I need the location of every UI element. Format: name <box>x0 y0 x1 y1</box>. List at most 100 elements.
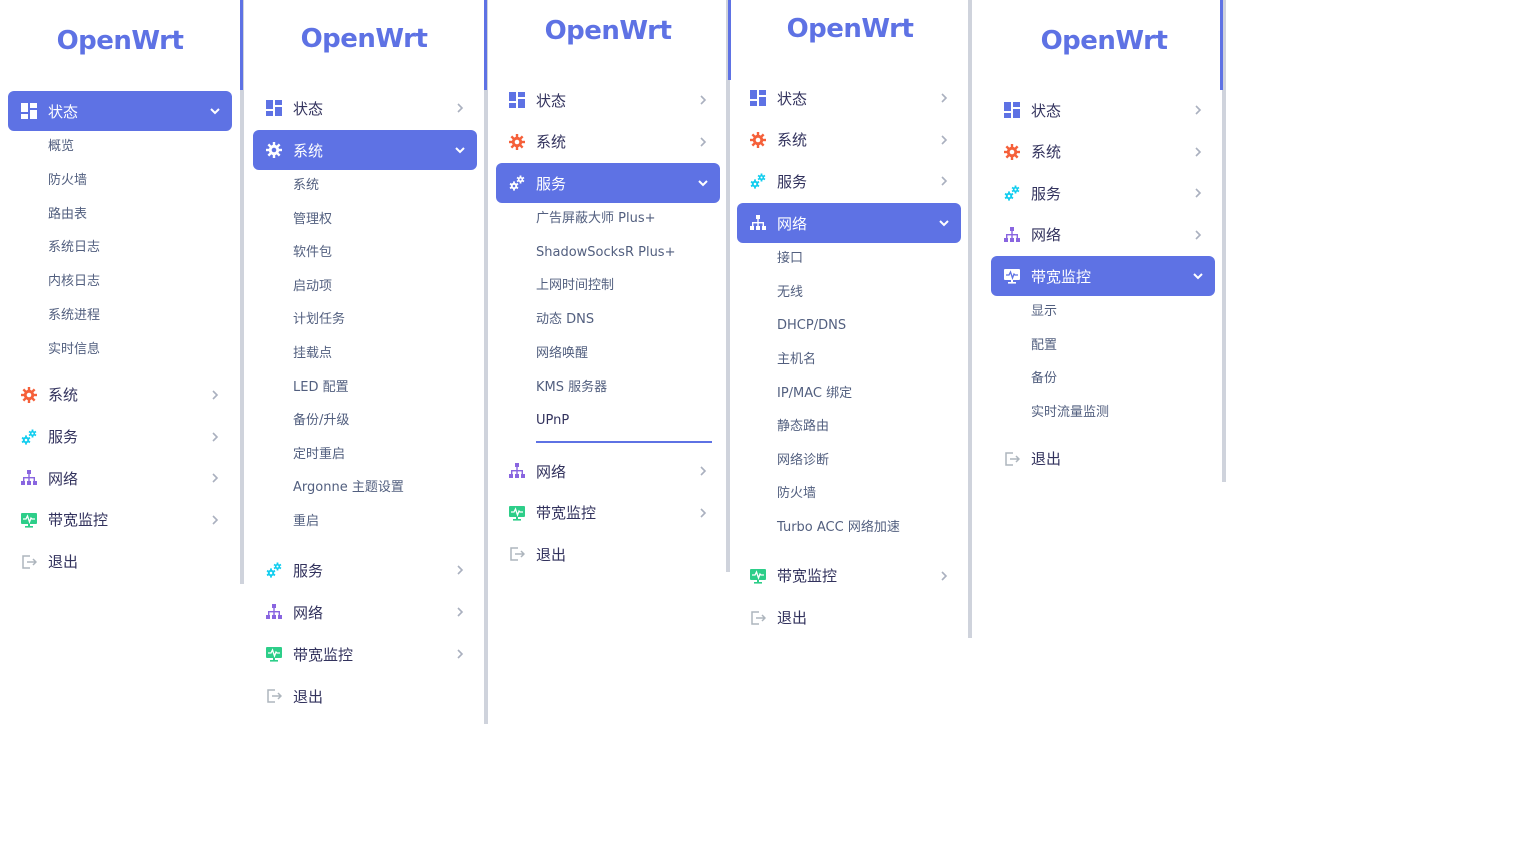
submenu-item[interactable]: 动态 DNS <box>536 310 594 330</box>
submenu-item[interactable]: 防火墙 <box>777 484 816 504</box>
menu-item-system[interactable]: 系统 <box>991 132 1215 172</box>
submenu-item[interactable]: 概览 <box>48 137 74 157</box>
submenu-item[interactable]: 路由表 <box>48 205 87 225</box>
brand-logo[interactable]: OpenWrt <box>488 16 728 46</box>
chevron-right-icon <box>1191 103 1205 117</box>
submenu-item[interactable]: 备份 <box>1031 369 1057 389</box>
menu-item-bandwidth[interactable]: 带宽监控 <box>737 556 961 596</box>
monitor-icon <box>508 504 526 522</box>
dashboard-icon <box>1003 101 1021 119</box>
submenu-item[interactable]: 接口 <box>777 249 803 269</box>
submenu-item[interactable]: Argonne 主题设置 <box>293 478 404 498</box>
menu-item-network[interactable]: 网络 <box>496 451 720 491</box>
sitemap-icon <box>1003 226 1021 244</box>
menu-item-label: 带宽监控 <box>48 511 109 530</box>
menu-item-bandwidth[interactable]: 带宽监控 <box>991 256 1215 297</box>
submenu-item[interactable]: 显示 <box>1031 302 1057 322</box>
menu-item-bandwidth[interactable]: 带宽监控 <box>8 500 232 540</box>
submenu-item[interactable]: 网络诊断 <box>777 451 829 471</box>
menu-item-services[interactable]: 服务 <box>253 550 477 590</box>
sidebar-accent-bar <box>240 0 243 90</box>
submenu-item[interactable]: IP/MAC 绑定 <box>777 384 852 404</box>
submenu-item[interactable]: ShadowSocksR Plus+ <box>536 243 675 263</box>
menu-item-system[interactable]: 系统 <box>253 130 477 170</box>
gears-icon <box>20 428 38 446</box>
sitemap-icon <box>265 603 283 621</box>
menu-item-network[interactable]: 网络 <box>737 203 961 244</box>
menu-item-label: 系统 <box>1031 143 1062 162</box>
submenu-item[interactable]: 实时信息 <box>48 340 100 360</box>
logout-icon <box>1003 450 1021 468</box>
chevron-right-icon <box>208 388 222 402</box>
menu-item-label: 网络 <box>293 603 324 622</box>
menu-item-system[interactable]: 系统 <box>737 120 961 160</box>
submenu-item[interactable]: 广告屏蔽大师 Plus+ <box>536 209 656 229</box>
menu-item-status[interactable]: 状态 <box>737 78 961 118</box>
submenu-item[interactable]: LED 配置 <box>293 378 349 398</box>
menu-item-label: 系统 <box>293 141 324 160</box>
menu-item-label: 状态 <box>536 91 567 110</box>
submenu-item[interactable]: 定时重启 <box>293 445 345 465</box>
menu-item-system[interactable]: 系统 <box>496 122 720 162</box>
menu-item-status[interactable]: 状态 <box>8 91 232 131</box>
brand-logo[interactable]: OpenWrt <box>984 26 1224 56</box>
submenu-item[interactable]: 系统进程 <box>48 306 100 326</box>
menu-item-services[interactable]: 服务 <box>8 417 232 457</box>
menu-item-label: 状态 <box>777 89 808 108</box>
submenu-item[interactable]: 软件包 <box>293 243 332 263</box>
chevron-down-icon <box>1191 269 1205 283</box>
menu-item-logout[interactable]: 退出 <box>991 439 1215 479</box>
submenu-item[interactable]: 系统 <box>293 176 319 196</box>
chevron-right-icon <box>696 464 710 478</box>
menu-item-label: 服务 <box>777 172 808 191</box>
submenu-item[interactable]: 静态路由 <box>777 417 829 437</box>
brand-logo[interactable]: OpenWrt <box>730 14 970 44</box>
submenu-item[interactable]: 上网时间控制 <box>536 276 614 296</box>
submenu-item[interactable]: 挂载点 <box>293 344 332 364</box>
submenu-item[interactable]: DHCP/DNS <box>777 316 846 336</box>
submenu-item[interactable]: 实时流量监测 <box>1031 403 1109 423</box>
menu-item-services[interactable]: 服务 <box>496 163 720 203</box>
submenu-item[interactable]: 防火墙 <box>48 171 87 191</box>
logout-icon <box>265 687 283 705</box>
submenu-item[interactable]: Turbo ACC 网络加速 <box>777 518 900 538</box>
gear-icon <box>20 386 38 404</box>
menu-item-logout[interactable]: 退出 <box>253 676 477 716</box>
menu-item-logout[interactable]: 退出 <box>496 534 720 574</box>
menu-item-services[interactable]: 服务 <box>991 173 1215 213</box>
submenu-item[interactable]: 重启 <box>293 512 319 532</box>
submenu-item[interactable]: 内核日志 <box>48 272 100 292</box>
submenu-item[interactable]: 网络唤醒 <box>536 344 588 364</box>
submenu-item[interactable]: 主机名 <box>777 350 816 370</box>
menu-item-label: 带宽监控 <box>536 504 597 523</box>
menu-item-label: 带宽监控 <box>1031 267 1092 286</box>
menu-item-system[interactable]: 系统 <box>8 375 232 415</box>
menu-item-network[interactable]: 网络 <box>8 458 232 498</box>
submenu-item[interactable]: 配置 <box>1031 336 1057 356</box>
menu-item-logout[interactable]: 退出 <box>737 598 961 638</box>
menu-item-network[interactable]: 网络 <box>991 215 1215 255</box>
menu-item-label: 退出 <box>777 609 808 628</box>
menu-item-services[interactable]: 服务 <box>737 161 961 201</box>
sitemap-icon <box>749 214 767 232</box>
submenu-item[interactable]: 启动项 <box>293 277 332 297</box>
menu-item-logout[interactable]: 退出 <box>8 542 232 582</box>
chevron-right-icon <box>453 605 467 619</box>
menu-item-status[interactable]: 状态 <box>496 80 720 120</box>
submenu-item[interactable]: UPnP <box>536 411 714 444</box>
brand-logo[interactable]: OpenWrt <box>244 24 484 54</box>
chevron-down-icon <box>453 143 467 157</box>
submenu-item[interactable]: 系统日志 <box>48 238 100 258</box>
menu-item-bandwidth[interactable]: 带宽监控 <box>253 634 477 674</box>
menu-item-bandwidth[interactable]: 带宽监控 <box>496 493 720 533</box>
submenu-item[interactable]: 计划任务 <box>293 310 345 330</box>
submenu-item[interactable]: 管理权 <box>293 210 332 230</box>
brand-logo[interactable]: OpenWrt <box>0 26 240 56</box>
menu-item-network[interactable]: 网络 <box>253 592 477 632</box>
menu-item-label: 系统 <box>48 386 79 405</box>
submenu-item[interactable]: 备份/升级 <box>293 411 349 431</box>
submenu-item[interactable]: KMS 服务器 <box>536 378 607 398</box>
menu-item-status[interactable]: 状态 <box>253 88 477 128</box>
submenu-item[interactable]: 无线 <box>777 283 803 303</box>
menu-item-status[interactable]: 状态 <box>991 90 1215 130</box>
